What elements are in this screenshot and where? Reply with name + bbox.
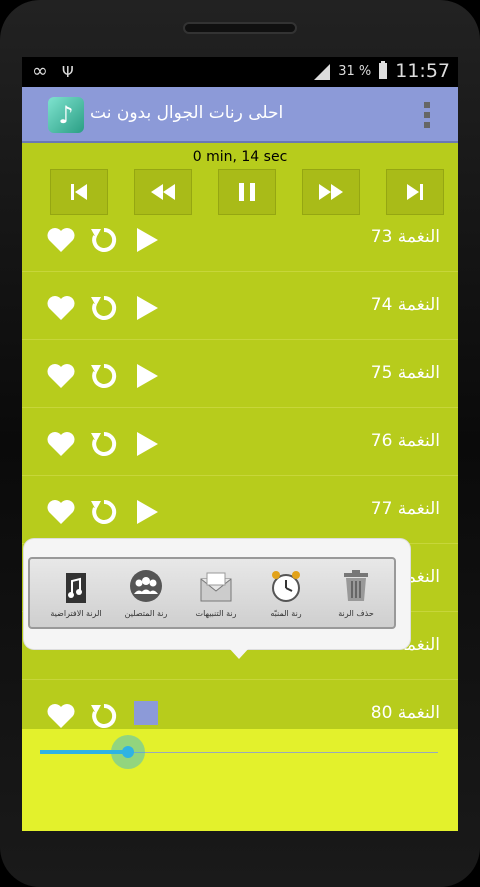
ringtone-label: النغمة 80 <box>370 703 440 723</box>
option-label: رنة المنبّه <box>270 609 302 618</box>
playback-time: 0 min, 14 sec <box>192 149 288 165</box>
speaker-grille <box>183 22 297 34</box>
ringtone-row[interactable]: النغمة 77 <box>22 477 458 544</box>
ringtone-label: النغمة 77 <box>370 499 440 519</box>
play-icon[interactable] <box>134 362 160 394</box>
status-right: 31 % 11:57 <box>312 60 450 82</box>
set-ringtone-refresh-icon[interactable] <box>89 429 119 463</box>
clock: 11:57 <box>395 60 450 82</box>
favorite-heart-icon[interactable] <box>46 363 76 393</box>
music-file-icon <box>66 573 86 603</box>
player-controls <box>50 169 444 215</box>
phone-frame: ∞ Ψ 31 % 11:57 ♪ احلى رنات الجوال بدون ن… <box>0 0 480 887</box>
screen: ∞ Ψ 31 % 11:57 ♪ احلى رنات الجوال بدون ن… <box>22 57 458 831</box>
popup-toolbar: الرنة الافتراضية رنة المتصلين رنة التنبي… <box>28 557 396 629</box>
battery-icon <box>379 61 388 79</box>
default-ringtone-option[interactable]: الرنة الافتراضية <box>44 565 108 625</box>
skip-next-button[interactable] <box>386 169 444 215</box>
option-label: الرنة الافتراضية <box>50 609 102 618</box>
ringtone-row[interactable]: النغمة 73 <box>22 205 458 272</box>
alarm-clock-icon <box>272 571 300 602</box>
play-icon[interactable] <box>134 498 160 530</box>
favorite-heart-icon[interactable] <box>46 431 76 461</box>
status-left-icons: ∞ Ψ <box>32 60 74 82</box>
ringtone-options-popup: الرنة الافتراضية رنة المتصلين رنة التنبي… <box>24 539 410 649</box>
stop-icon[interactable] <box>134 701 158 725</box>
overflow-menu-icon[interactable] <box>424 102 430 128</box>
play-icon[interactable] <box>134 226 160 258</box>
ringtone-row[interactable]: النغمة 75 <box>22 341 458 408</box>
ringtone-row[interactable]: النغمة 76 <box>22 409 458 476</box>
play-icon[interactable] <box>134 430 160 462</box>
seek-thumb[interactable] <box>110 735 145 769</box>
play-icon[interactable] <box>134 294 160 326</box>
set-ringtone-refresh-icon[interactable] <box>89 497 119 531</box>
skip-next-icon <box>407 184 423 200</box>
rewind-button[interactable] <box>134 169 192 215</box>
ringtone-label: النغمة 76 <box>370 431 440 451</box>
favorite-heart-icon[interactable] <box>46 227 76 257</box>
status-bar: ∞ Ψ 31 % 11:57 <box>22 57 458 87</box>
favorite-heart-icon[interactable] <box>46 295 76 325</box>
ringtone-label: النغمة 73 <box>370 227 440 247</box>
option-label: رنة المتصلين <box>124 609 168 618</box>
fast-forward-icon <box>319 184 343 200</box>
favorite-heart-icon[interactable] <box>46 499 76 529</box>
music-note-icon: ♪ <box>48 97 84 133</box>
option-label: رنة التنبيهات <box>195 609 237 618</box>
ringtone-label: النغمة 74 <box>370 295 440 315</box>
rewind-icon <box>151 184 175 200</box>
skip-previous-icon <box>71 184 87 200</box>
app-bar: ♪ احلى رنات الجوال بدون نت <box>22 87 458 143</box>
set-ringtone-refresh-icon[interactable] <box>89 225 119 259</box>
trash-icon <box>344 570 368 601</box>
option-label: حذف الرنة <box>338 609 374 618</box>
alarm-ringtone-option[interactable]: رنة المنبّه <box>254 565 318 625</box>
fast-forward-button[interactable] <box>302 169 360 215</box>
envelope-icon <box>200 572 232 602</box>
ringtone-row[interactable]: النغمة 74 <box>22 273 458 340</box>
seek-panel <box>22 729 458 831</box>
signal-icon <box>314 64 331 80</box>
popup-arrow <box>228 647 250 659</box>
pause-button[interactable] <box>218 169 276 215</box>
contacts-ringtone-option[interactable]: رنة المتصلين <box>114 565 178 625</box>
set-ringtone-refresh-icon[interactable] <box>89 361 119 395</box>
infinity-icon: ∞ <box>32 60 48 82</box>
delete-ringtone-option[interactable]: حذف الرنة <box>324 565 388 625</box>
ringtone-label: النغمة 75 <box>370 363 440 383</box>
battery-percent: 31 % <box>338 63 372 79</box>
notifications-ringtone-option[interactable]: رنة التنبيهات <box>184 565 248 625</box>
skip-previous-button[interactable] <box>50 169 108 215</box>
contacts-icon <box>130 570 162 602</box>
usb-icon: Ψ <box>61 63 74 81</box>
pause-icon <box>239 183 255 201</box>
set-ringtone-refresh-icon[interactable] <box>89 293 119 327</box>
app-title: احلى رنات الجوال بدون نت <box>90 103 284 123</box>
